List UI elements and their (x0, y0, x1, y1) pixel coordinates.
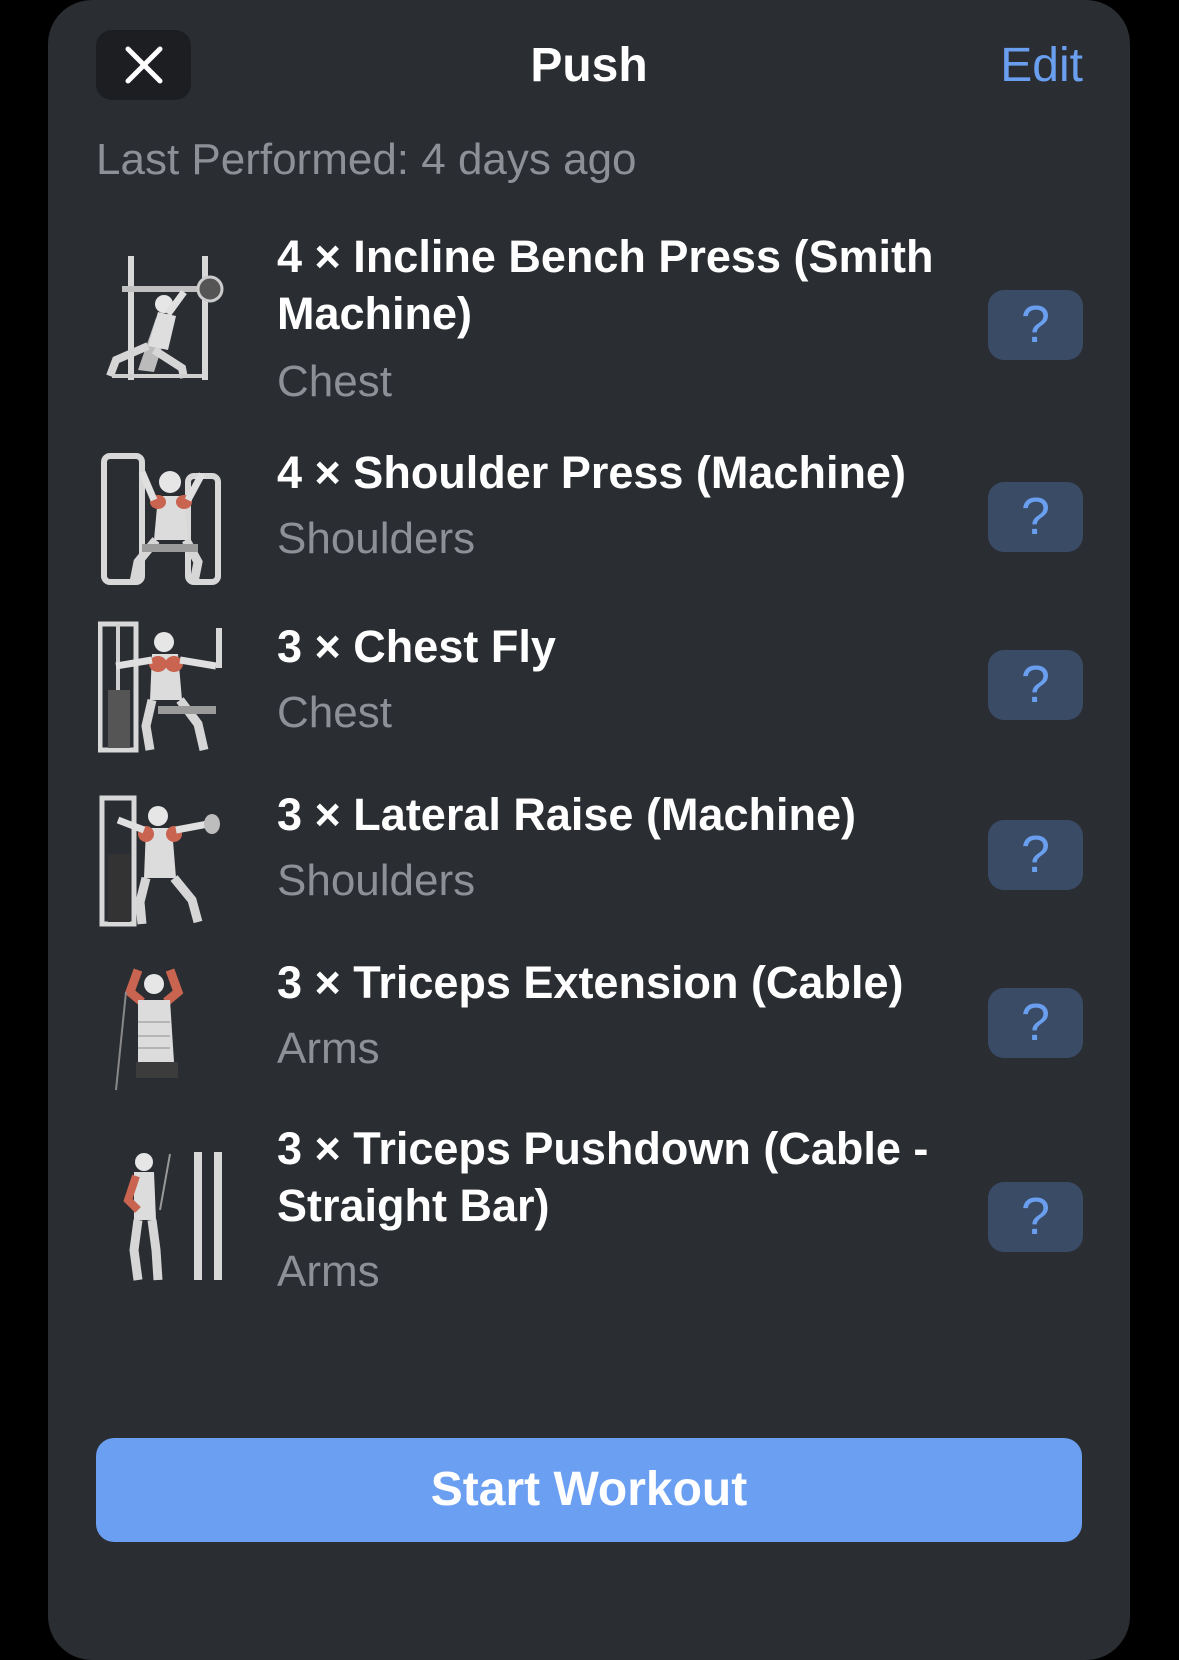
exercise-name: 4 × Shoulder Press (Machine) (277, 447, 906, 498)
exercise-illustration (98, 794, 224, 928)
exercise-help-button[interactable]: ? (988, 988, 1083, 1058)
exercise-muscle-group: Shoulders (277, 856, 476, 905)
exercise-muscle-group: Shoulders (277, 514, 476, 563)
workout-sheet: Push Edit Last Performed: 4 days ago 4 ×… (48, 0, 1130, 1660)
page-title: Push (530, 39, 648, 92)
exercise-help-button[interactable]: ? (988, 1182, 1083, 1252)
exercise-help-button[interactable]: ? (988, 290, 1083, 360)
exercise-name: 4 × Incline Bench Press (Smith Machine) (277, 231, 934, 339)
exercise-help-button[interactable]: ? (988, 820, 1083, 890)
exercise-illustration (98, 452, 224, 586)
exercise-illustration (98, 620, 224, 754)
exercise-help-button[interactable]: ? (988, 650, 1083, 720)
exercise-name: 3 × Lateral Raise (Machine) (277, 789, 856, 840)
exercise-muscle-group: Arms (277, 1247, 380, 1296)
exercise-help-button[interactable]: ? (988, 482, 1083, 552)
exercise-muscle-group: Chest (277, 688, 392, 737)
exercise-name: 3 × Triceps Pushdown (Cable - Straight B… (277, 1123, 929, 1231)
exercise-name: 3 × Triceps Extension (Cable) (277, 957, 904, 1008)
exercise-illustration (98, 962, 224, 1096)
last-performed-text: Last Performed: 4 days ago (96, 135, 637, 184)
exercise-muscle-group: Chest (277, 357, 392, 406)
edit-button[interactable]: Edit (1000, 36, 1083, 96)
start-workout-button[interactable]: Start Workout (96, 1438, 1082, 1542)
exercise-name: 3 × Chest Fly (277, 621, 556, 672)
exercise-illustration (98, 1150, 224, 1284)
exercise-muscle-group: Arms (277, 1024, 380, 1073)
exercise-illustration (98, 250, 224, 384)
